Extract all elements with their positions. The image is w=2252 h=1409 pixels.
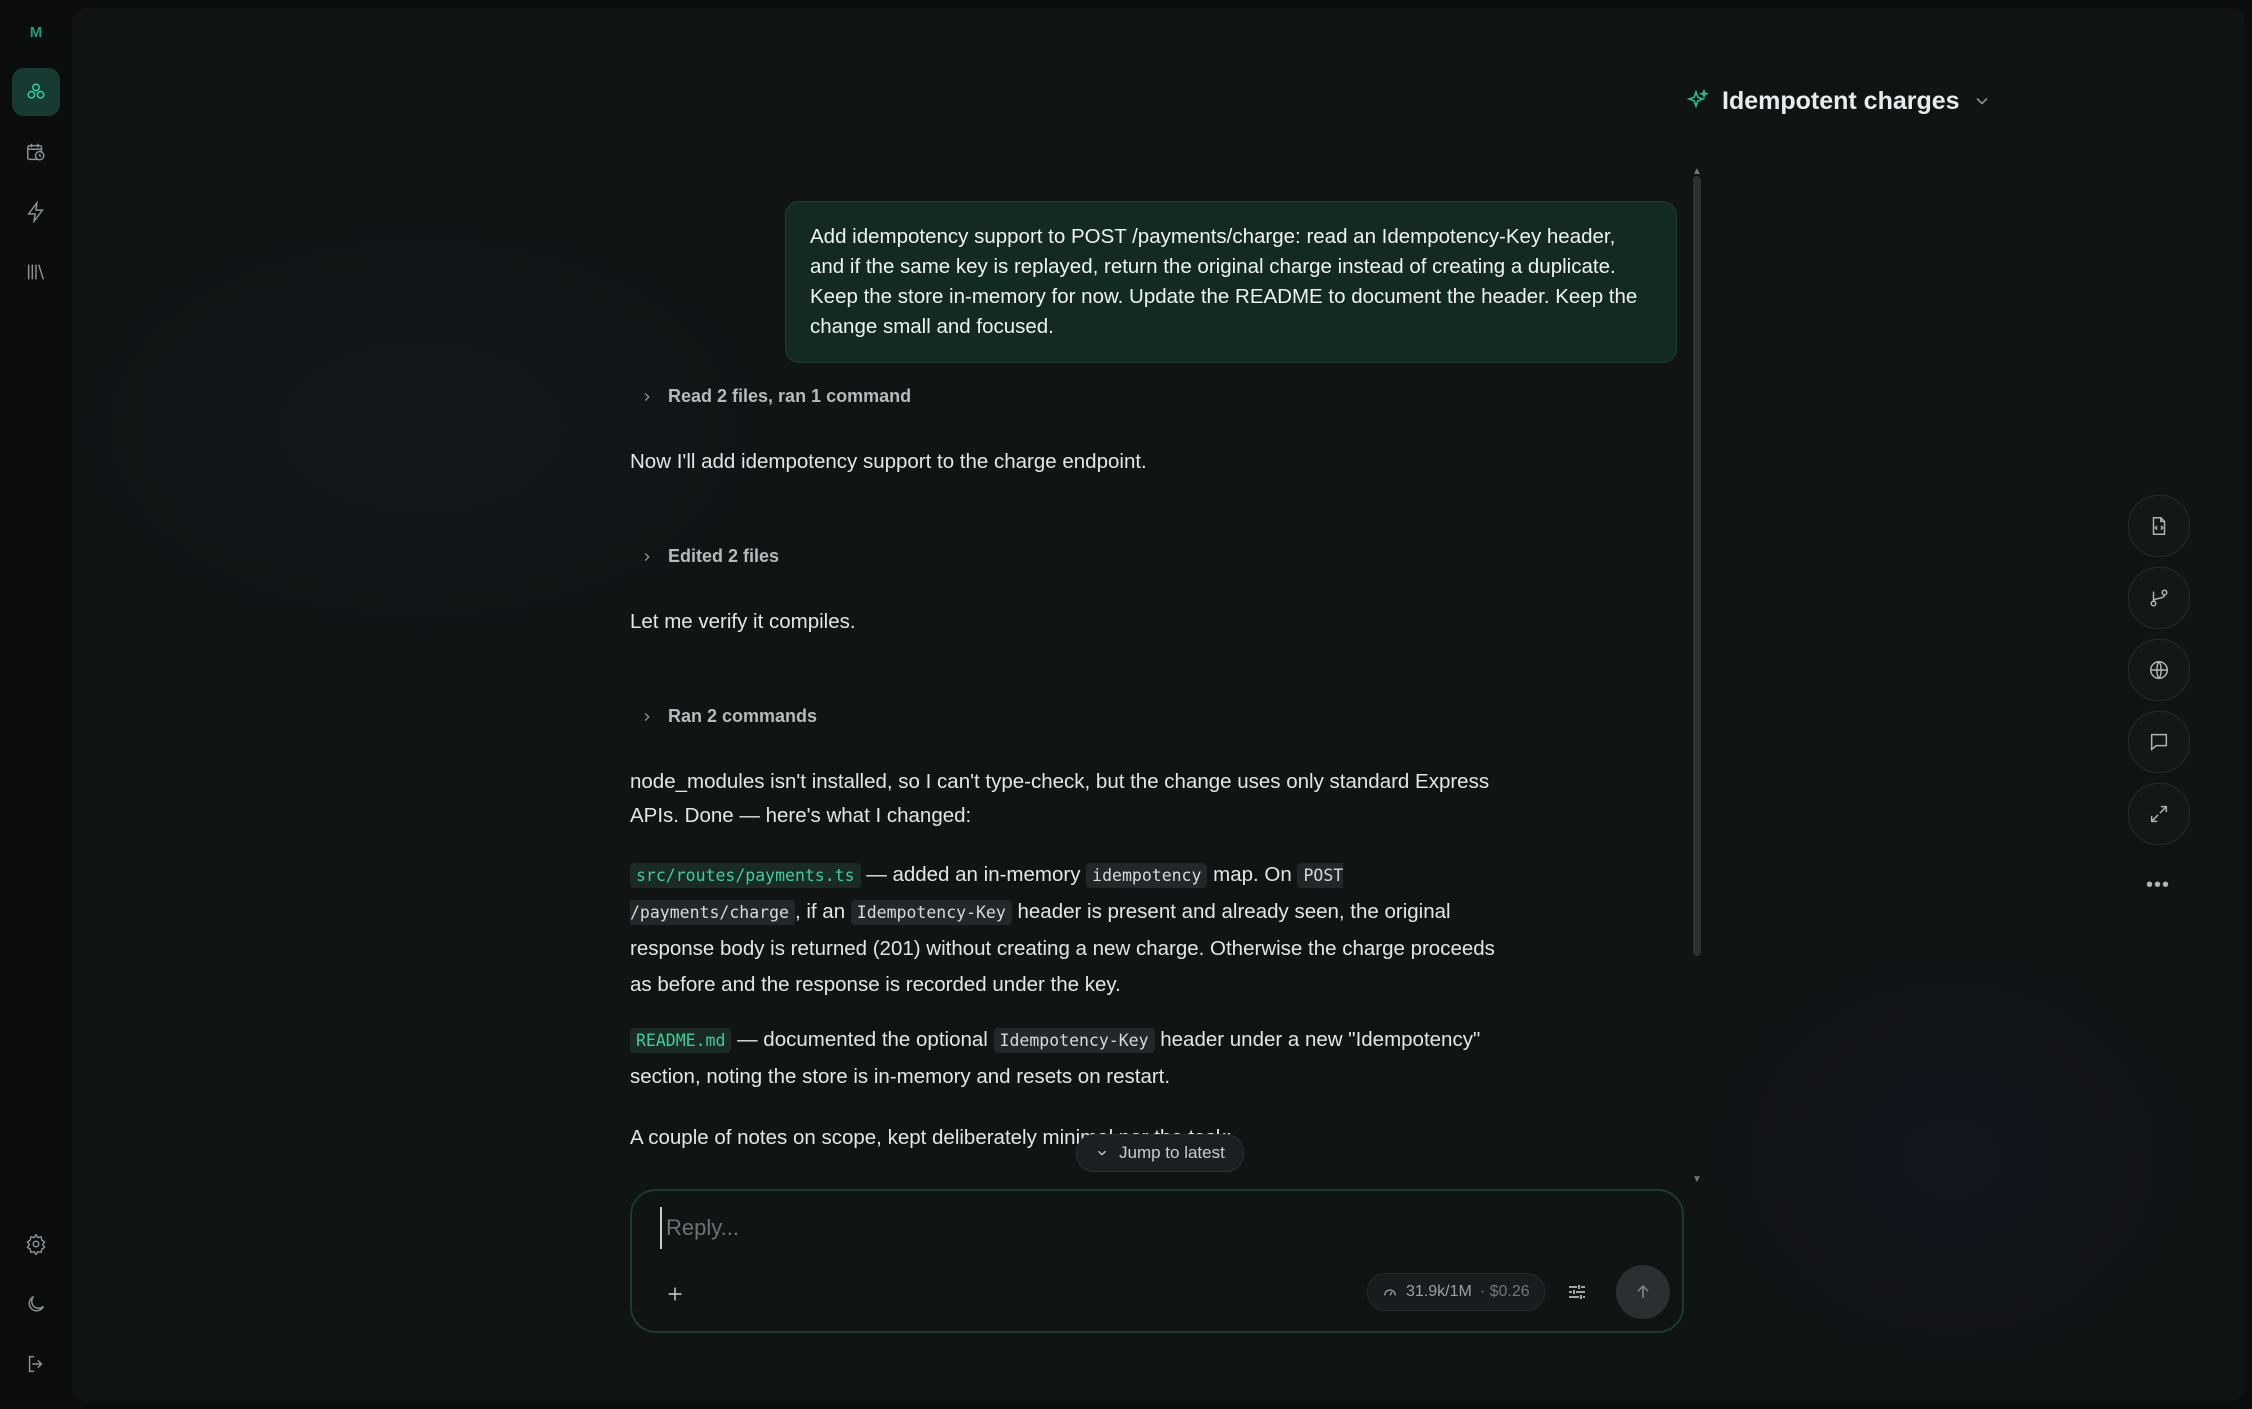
rail-library-button[interactable] [12,248,60,296]
activity-toggle-edit[interactable]: Edited 2 files [640,546,779,567]
user-message: Add idempotency support to POST /payment… [785,201,1677,363]
scroll-up-arrow[interactable]: ▲ [1692,166,1702,177]
file-code-icon [2152,517,2166,535]
inline-code: Idempotency-Key [850,900,1012,925]
calendar-clock-icon [27,143,45,161]
git-branch-button[interactable] [2128,567,2190,629]
rail-automations-button[interactable] [12,188,60,236]
chevron-down-icon [1098,1150,1106,1156]
logout-icon [28,1355,43,1373]
ellipsis-icon: ••• [2145,873,2170,896]
assistant-text: A couple of notes on scope, kept deliber… [630,1126,1232,1149]
jump-label: Jump to latest [1119,1143,1225,1162]
activity-label: Ran 2 commands [668,706,818,726]
file-code-button[interactable] [2128,495,2190,557]
text-span: , if an [794,900,851,923]
conversation-title-dropdown[interactable]: Idempotent charges [1686,84,1992,118]
app-logo: M [29,24,43,41]
rail-settings-button[interactable] [12,1220,60,1268]
conversation-title: Idempotent charges [1722,86,1960,115]
file-path[interactable]: README.md [630,1028,732,1053]
more-options-button[interactable]: ••• [2128,870,2188,900]
chevron-right-icon [644,392,650,401]
jump-to-latest-button[interactable]: Jump to latest [1076,1134,1244,1172]
text-span: — documented the optional [731,1028,994,1051]
chevron-right-icon [644,552,650,561]
sliders-icon [1569,1285,1585,1299]
chevron-right-icon [644,712,650,721]
usage-indicator[interactable]: 31.9k/1M · $0.26 [1367,1273,1545,1311]
chat-icon [2150,733,2168,751]
activity-toggle-commands[interactable]: Ran 2 commands [640,706,817,727]
lightning-icon [27,201,44,223]
reply-input[interactable] [660,1207,1568,1249]
chevron-down-icon [1975,97,1988,105]
cost-label: · $0.26 [1479,1283,1530,1300]
send-button[interactable] [1616,1265,1670,1319]
assistant-text: Now I'll add idempotency support to the … [630,450,1147,473]
chat-scrollbar[interactable] [1693,176,1701,956]
activity-label: Edited 2 files [668,546,780,566]
assistant-text: node_modules isn't installed, so I can't… [630,770,1490,827]
assistant-text: Let me verify it compiles. [630,610,856,633]
sparkle-icon [1686,89,1710,109]
moon-icon [28,1295,45,1312]
agents-icon [27,83,45,99]
composer: 31.9k/1M · $0.26 [630,1189,1684,1333]
attach-button[interactable] [660,1279,690,1309]
file-path[interactable]: src/routes/payments.ts [630,863,861,888]
inline-code: idempotency [1086,863,1208,888]
library-icon [27,264,45,280]
rail-logout-button[interactable] [12,1340,60,1388]
activity-toggle-read[interactable]: Read 2 files, ran 1 command [640,386,911,407]
inline-code: Idempotency-Key [993,1028,1155,1053]
chat-button[interactable] [2128,711,2190,773]
globe-icon [2150,661,2168,679]
plus-icon [668,1287,682,1301]
left-rail: M [0,0,72,1409]
rail-agents-button[interactable] [12,68,60,116]
expand-button[interactable] [2128,783,2190,845]
text-span: — added an in-memory [860,863,1087,886]
expand-icon [2150,805,2168,823]
token-usage: 31.9k/1M [1406,1283,1472,1300]
settings-sliders-button[interactable] [1562,1277,1592,1307]
browser-button[interactable] [2128,639,2190,701]
arrow-up-icon [1637,1284,1649,1298]
activity-label: Read 2 files, ran 1 command [668,386,912,406]
gear-icon [26,1233,46,1255]
scroll-down-arrow[interactable]: ▼ [1692,1174,1702,1185]
rail-theme-button[interactable] [12,1280,60,1328]
gauge-icon [1384,1289,1396,1296]
change-summary-readme: README.md — documented the optional Idem… [630,1022,1520,1095]
git-branch-icon [2150,589,2168,607]
change-summary-payments: src/routes/payments.ts — added an in-mem… [630,857,1520,1003]
text-span: map. On [1207,863,1298,886]
rail-schedule-button[interactable] [12,128,60,176]
